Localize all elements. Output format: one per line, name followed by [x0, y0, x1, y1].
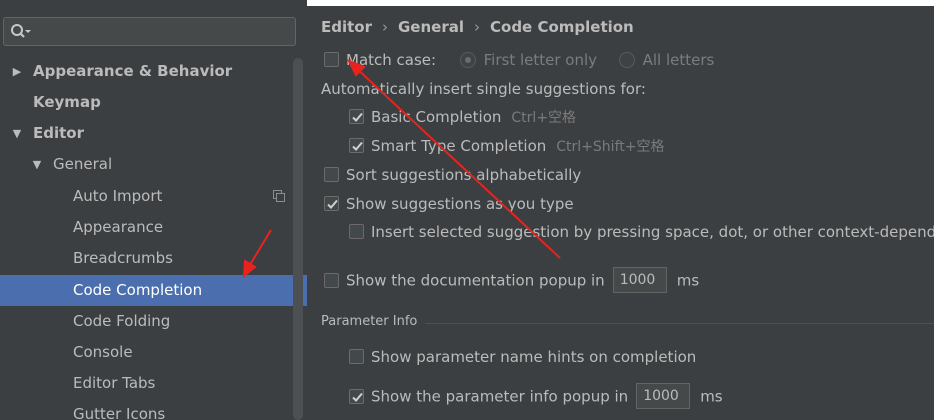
- tree-item-label: Code Folding: [73, 312, 171, 330]
- smart-type-completion-row: Smart Type Completion Ctrl+Shift+空格: [349, 135, 664, 157]
- param-info-popup-delay-input[interactable]: 1000: [636, 383, 691, 409]
- param-info-popup-row: Show the parameter info popup in 1000 ms: [349, 383, 723, 409]
- breadcrumb-item: Code Completion: [490, 18, 634, 36]
- insert-selected-checkbox[interactable]: [349, 224, 364, 239]
- doc-popup-row: Show the documentation popup in 1000 ms: [324, 267, 700, 293]
- breadcrumb-separator: ›: [474, 18, 480, 36]
- sidebar-scrollbar[interactable]: [293, 58, 303, 420]
- tree-item-appearance[interactable]: Appearance: [0, 212, 307, 243]
- settings-content-panel: Editor › General › Code Completion Match cas…: [307, 6, 934, 420]
- show-as-you-type-row: Show suggestions as you type: [324, 193, 574, 215]
- tree-item-console[interactable]: Console: [0, 337, 307, 368]
- collapse-arrow-icon[interactable]: ▼: [30, 149, 44, 180]
- tree-item-label: Console: [73, 343, 133, 361]
- tree-item-label: Editor: [33, 124, 84, 142]
- tree-item-label: Appearance: [73, 218, 164, 236]
- search-input[interactable]: [36, 21, 295, 44]
- checkmark-icon: [352, 141, 363, 151]
- param-name-hints-row: Show parameter name hints on completion: [349, 346, 696, 368]
- doc-popup-unit: ms: [676, 271, 700, 290]
- smart-type-completion-checkbox[interactable]: [349, 138, 364, 153]
- show-as-you-type-checkbox[interactable]: [324, 196, 339, 211]
- param-info-popup-checkbox[interactable]: [349, 388, 364, 404]
- param-info-popup-unit: ms: [700, 387, 723, 406]
- checkmark-icon: [327, 199, 338, 209]
- tree-item-editor[interactable]: ▼ Editor: [0, 118, 307, 149]
- show-as-you-type-label[interactable]: Show suggestions as you type: [346, 195, 574, 213]
- tree-item-appearance-behavior[interactable]: ▶ Appearance & Behavior: [0, 56, 307, 87]
- param-name-hints-label[interactable]: Show parameter name hints on completion: [371, 348, 696, 366]
- copy-icon: [273, 190, 285, 202]
- doc-popup-delay-input[interactable]: 1000: [612, 267, 667, 293]
- checkmark-icon: [352, 392, 363, 402]
- tree-item-label: Editor Tabs: [73, 374, 156, 392]
- all-letters-radio[interactable]: [618, 51, 635, 68]
- match-case-row: Match case: First letter only All letter…: [324, 49, 714, 71]
- sort-alphabetically-row: Sort suggestions alphabetically: [324, 164, 581, 186]
- doc-popup-label[interactable]: Show the documentation popup in: [346, 272, 605, 290]
- first-letter-only-label[interactable]: First letter only: [484, 51, 597, 69]
- checkmark-icon: [352, 112, 363, 122]
- basic-completion-label[interactable]: Basic Completion: [371, 108, 501, 126]
- tree-item-label: General: [53, 155, 113, 173]
- collapse-arrow-icon[interactable]: ▼: [10, 118, 24, 149]
- settings-sidebar: ▶ Appearance & Behavior Keymap ▼ Editor …: [0, 0, 307, 420]
- smart-type-completion-label[interactable]: Smart Type Completion: [371, 137, 546, 155]
- breadcrumb-item: Editor: [321, 18, 372, 36]
- smart-type-completion-shortcut: Ctrl+Shift+空格: [556, 139, 665, 155]
- doc-popup-checkbox[interactable]: [324, 272, 339, 288]
- match-case-label[interactable]: Match case:: [346, 51, 436, 69]
- tree-item-code-folding[interactable]: Code Folding: [0, 306, 307, 337]
- tree-item-editor-tabs[interactable]: Editor Tabs: [0, 368, 307, 399]
- breadcrumb: Editor › General › Code Completion: [321, 16, 634, 38]
- insert-selected-label[interactable]: Insert selected suggestion by pressing s…: [371, 223, 934, 241]
- basic-completion-row: Basic Completion Ctrl+空格: [349, 106, 576, 128]
- settings-search-box[interactable]: [3, 17, 296, 46]
- insert-selected-row: Insert selected suggestion by pressing s…: [349, 221, 934, 243]
- expand-arrow-icon[interactable]: ▶: [10, 56, 24, 87]
- tree-item-auto-import[interactable]: Auto Import: [0, 181, 307, 212]
- tree-item-label: Breadcrumbs: [73, 249, 173, 267]
- tree-item-label: Gutter Icons: [73, 405, 166, 420]
- tree-item-label: Appearance & Behavior: [33, 62, 233, 80]
- section-divider: [425, 323, 934, 324]
- first-letter-only-radio[interactable]: [459, 51, 476, 68]
- tree-item-breadcrumbs[interactable]: Breadcrumbs: [0, 243, 307, 274]
- tree-item-label: Keymap: [33, 93, 101, 111]
- param-name-hints-checkbox[interactable]: [349, 349, 364, 364]
- basic-completion-shortcut: Ctrl+空格: [511, 110, 577, 126]
- breadcrumb-separator: ›: [382, 18, 388, 36]
- all-letters-label[interactable]: All letters: [643, 51, 715, 69]
- tree-item-keymap[interactable]: Keymap: [0, 87, 307, 118]
- param-info-popup-label[interactable]: Show the parameter info popup in: [371, 388, 628, 406]
- sort-alphabetically-checkbox[interactable]: [324, 167, 339, 182]
- sort-alphabetically-label[interactable]: Sort suggestions alphabetically: [346, 166, 581, 184]
- tree-item-label: Auto Import: [73, 187, 163, 205]
- tree-item-gutter-icons[interactable]: Gutter Icons: [0, 399, 307, 420]
- parameter-info-section-title: Parameter Info: [321, 314, 418, 329]
- tree-item-code-completion[interactable]: Code Completion: [0, 275, 307, 306]
- auto-insert-heading: Automatically insert single suggestions …: [321, 80, 646, 98]
- basic-completion-checkbox[interactable]: [349, 109, 364, 124]
- tree-item-label: Code Completion: [73, 281, 203, 299]
- search-icon[interactable]: [10, 22, 32, 42]
- breadcrumb-item: General: [398, 18, 464, 36]
- tree-item-general[interactable]: ▼ General: [0, 149, 307, 180]
- match-case-checkbox[interactable]: [324, 52, 339, 67]
